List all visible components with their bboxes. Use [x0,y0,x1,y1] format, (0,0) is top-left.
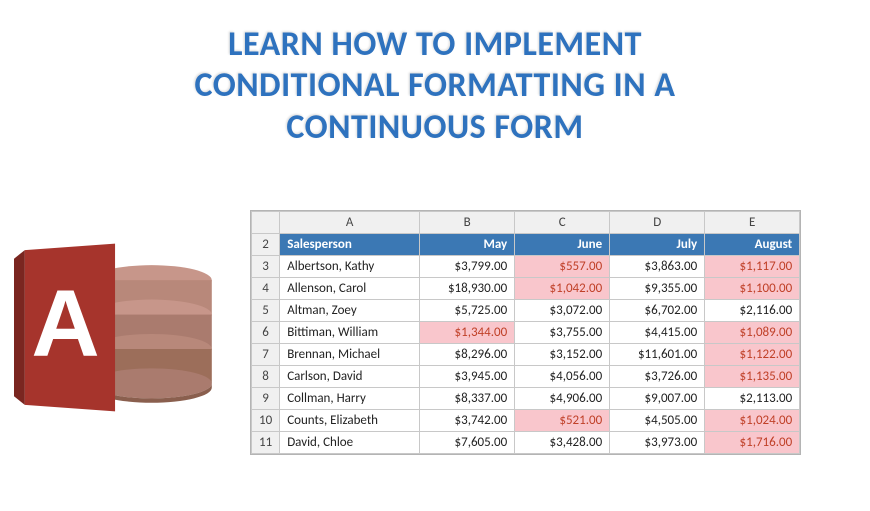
cell-may[interactable]: $18,930.00 [420,278,515,300]
cell-june[interactable]: $3,755.00 [515,322,610,344]
cell-may[interactable]: $8,337.00 [420,388,515,410]
cell-august[interactable]: $1,089.00 [705,322,800,344]
row-number[interactable]: 10 [252,410,280,432]
title-line-1: LEARN HOW TO IMPLEMENT [228,24,642,65]
row-number[interactable]: 9 [252,388,280,410]
cell-august[interactable]: $2,116.00 [705,300,800,322]
cell-june[interactable]: $3,152.00 [515,344,610,366]
row-number[interactable]: 8 [252,366,280,388]
header-july[interactable]: July [610,234,705,256]
cell-june[interactable]: $3,072.00 [515,300,610,322]
table-row: 9Collman, Harry$8,337.00$4,906.00$9,007.… [252,388,800,410]
cell-salesperson[interactable]: Collman, Harry [280,388,420,410]
table-row: 8Carlson, David$3,945.00$4,056.00$3,726.… [252,366,800,388]
cell-july[interactable]: $9,355.00 [610,278,705,300]
select-all-corner[interactable] [252,212,280,234]
title-line-2: CONDITIONAL FORMATTING IN A [195,65,676,106]
row-number[interactable]: 4 [252,278,280,300]
header-august[interactable]: August [705,234,800,256]
row-number[interactable]: 3 [252,256,280,278]
cell-salesperson[interactable]: Altman, Zoey [280,300,420,322]
cell-june[interactable]: $4,056.00 [515,366,610,388]
cell-june[interactable]: $3,428.00 [515,432,610,454]
col-letter-c[interactable]: C [515,212,610,234]
cell-june[interactable]: $557.00 [515,256,610,278]
row-number[interactable]: 2 [252,234,280,256]
cell-may[interactable]: $1,344.00 [420,322,515,344]
cell-june[interactable]: $1,042.00 [515,278,610,300]
cell-august[interactable]: $2,113.00 [705,388,800,410]
cell-august[interactable]: $1,716.00 [705,432,800,454]
cell-salesperson[interactable]: Albertson, Kathy [280,256,420,278]
cell-july[interactable]: $3,973.00 [610,432,705,454]
cell-salesperson[interactable]: David, Chloe [280,432,420,454]
col-letter-b[interactable]: B [420,212,515,234]
cell-july[interactable]: $3,726.00 [610,366,705,388]
cell-salesperson[interactable]: Bittiman, William [280,322,420,344]
cell-may[interactable]: $8,296.00 [420,344,515,366]
column-letter-row: A B C D E [252,212,800,234]
page-title: LEARN HOW TO IMPLEMENT CONDITIONAL FORMA… [0,24,870,148]
cell-august[interactable]: $1,117.00 [705,256,800,278]
col-letter-d[interactable]: D [610,212,705,234]
table-row: 3Albertson, Kathy$3,799.00$557.00$3,863.… [252,256,800,278]
header-salesperson[interactable]: Salesperson [280,234,420,256]
row-number[interactable]: 6 [252,322,280,344]
table-row: 7Brennan, Michael$8,296.00$3,152.00$11,6… [252,344,800,366]
cell-salesperson[interactable]: Counts, Elizabeth [280,410,420,432]
header-june[interactable]: June [515,234,610,256]
row-number[interactable]: 7 [252,344,280,366]
row-number[interactable]: 11 [252,432,280,454]
cell-july[interactable]: $4,415.00 [610,322,705,344]
cell-august[interactable]: $1,100.00 [705,278,800,300]
cell-july[interactable]: $6,702.00 [610,300,705,322]
cell-may[interactable]: $5,725.00 [420,300,515,322]
spreadsheet-table: A B C D E 2 Salesperson May June July Au… [251,211,800,454]
table-row: 11David, Chloe$7,605.00$3,428.00$3,973.0… [252,432,800,454]
table-row: 4Allenson, Carol$18,930.00$1,042.00$9,35… [252,278,800,300]
cell-salesperson[interactable]: Carlson, David [280,366,420,388]
header-may[interactable]: May [420,234,515,256]
row-number[interactable]: 5 [252,300,280,322]
cell-may[interactable]: $3,945.00 [420,366,515,388]
cell-july[interactable]: $9,007.00 [610,388,705,410]
table-row: 10Counts, Elizabeth$3,742.00$521.00$4,50… [252,410,800,432]
col-letter-a[interactable]: A [280,212,420,234]
spreadsheet[interactable]: A B C D E 2 Salesperson May June July Au… [250,210,801,455]
cell-august[interactable]: $1,135.00 [705,366,800,388]
cell-june[interactable]: $521.00 [515,410,610,432]
cell-july[interactable]: $11,601.00 [610,344,705,366]
table-row: 5Altman, Zoey$5,725.00$3,072.00$6,702.00… [252,300,800,322]
cell-salesperson[interactable]: Allenson, Carol [280,278,420,300]
header-row: 2 Salesperson May June July August [252,234,800,256]
col-letter-e[interactable]: E [705,212,800,234]
cell-may[interactable]: $3,799.00 [420,256,515,278]
cell-may[interactable]: $3,742.00 [420,410,515,432]
access-logo-icon: A [14,220,229,435]
cell-june[interactable]: $4,906.00 [515,388,610,410]
table-row: 6Bittiman, William$1,344.00$3,755.00$4,4… [252,322,800,344]
cell-august[interactable]: $1,122.00 [705,344,800,366]
cell-august[interactable]: $1,024.00 [705,410,800,432]
cell-salesperson[interactable]: Brennan, Michael [280,344,420,366]
title-line-3: CONTINUOUS FORM [286,107,583,148]
svg-text:A: A [31,270,99,376]
cell-july[interactable]: $4,505.00 [610,410,705,432]
cell-may[interactable]: $7,605.00 [420,432,515,454]
cell-july[interactable]: $3,863.00 [610,256,705,278]
